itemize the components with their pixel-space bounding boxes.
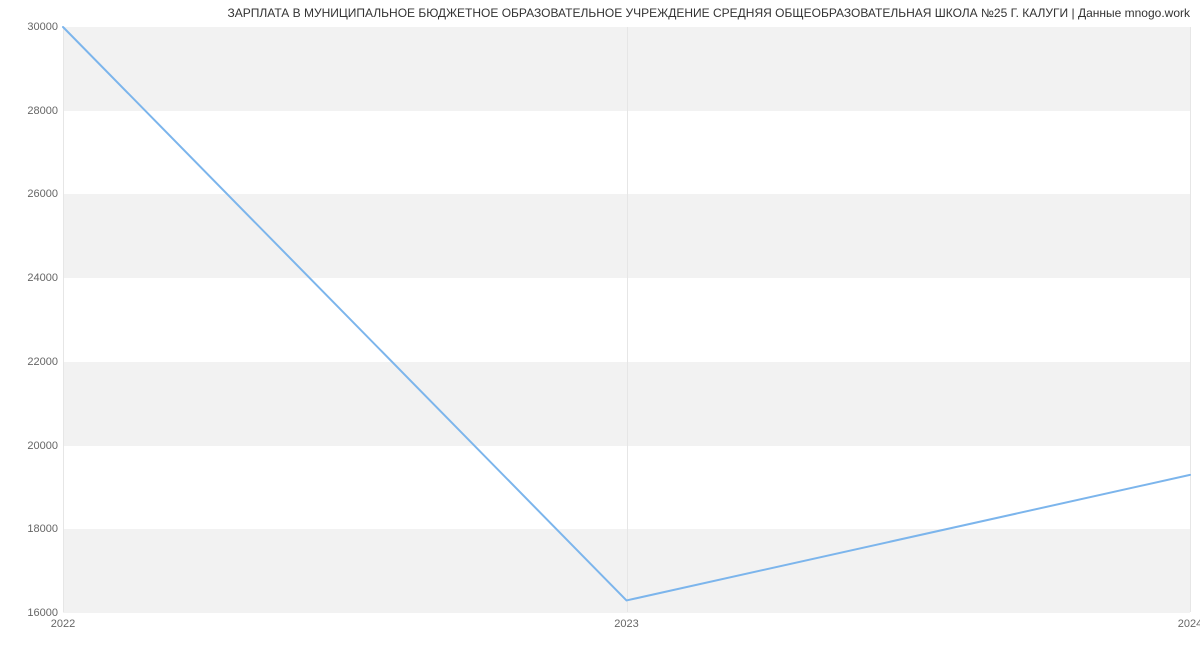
y-tick-label: 30000	[8, 21, 58, 33]
y-tick-label: 24000	[8, 272, 58, 284]
chart-container: ЗАРПЛАТА В МУНИЦИПАЛЬНОЕ БЮДЖЕТНОЕ ОБРАЗ…	[0, 0, 1200, 650]
y-tick-label: 26000	[8, 188, 58, 200]
chart-title: ЗАРПЛАТА В МУНИЦИПАЛЬНОЕ БЮДЖЕТНОЕ ОБРАЗ…	[10, 6, 1190, 20]
gridline-vertical	[1190, 27, 1191, 612]
y-tick-label: 16000	[8, 607, 58, 619]
x-tick-label: 2022	[51, 618, 75, 630]
plot-area	[63, 27, 1190, 613]
y-tick-label: 22000	[8, 356, 58, 368]
x-tick-label: 2024	[1178, 618, 1200, 630]
y-tick-label: 28000	[8, 105, 58, 117]
y-tick-label: 18000	[8, 523, 58, 535]
y-tick-label: 20000	[8, 440, 58, 452]
x-tick-label: 2023	[614, 618, 638, 630]
line-series	[63, 27, 1190, 612]
